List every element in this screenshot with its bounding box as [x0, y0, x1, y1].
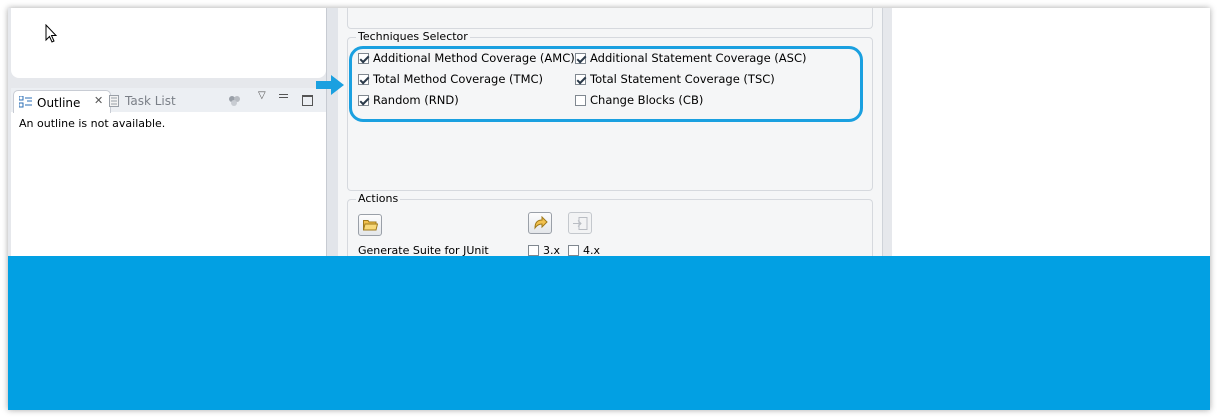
- tab-outline-label: Outline: [37, 96, 81, 110]
- previous-group-bottom: [347, 8, 873, 29]
- outline-view: Outline ✕ Task List ▽ An outline is not …: [11, 88, 326, 258]
- highlight-outline: [349, 46, 863, 122]
- blue-banner: [8, 256, 1210, 410]
- run-button[interactable]: [528, 212, 552, 234]
- focus-icon[interactable]: [228, 95, 242, 107]
- export-button[interactable]: [568, 212, 592, 234]
- outline-message: An outline is not available.: [19, 117, 166, 130]
- export-icon: [573, 217, 588, 230]
- view-menu-icon[interactable]: ▽: [258, 90, 266, 101]
- techniques-selector-title: Techniques Selector: [356, 30, 470, 43]
- task-list-icon: [109, 95, 119, 107]
- outline-tab-bar: Outline ✕ Task List ▽: [11, 88, 326, 113]
- outline-icon: [19, 96, 32, 108]
- folder-icon: [363, 220, 378, 231]
- mouse-pointer-icon: [45, 24, 58, 43]
- divider: [326, 8, 327, 258]
- tab-task-list[interactable]: Task List: [125, 94, 176, 108]
- pointer-arrow-icon: [316, 75, 344, 95]
- redo-arrow-icon: [534, 216, 548, 230]
- junit3-checkbox[interactable]: [528, 245, 539, 256]
- actions-title: Actions: [356, 192, 401, 205]
- open-folder-button[interactable]: [358, 214, 382, 236]
- maximize-icon[interactable]: [302, 95, 313, 106]
- junit4-checkbox[interactable]: [568, 245, 579, 256]
- right-panel: [892, 8, 1210, 258]
- close-icon[interactable]: ✕: [94, 94, 103, 107]
- sash[interactable]: [326, 8, 338, 258]
- tab-outline[interactable]: Outline ✕: [13, 90, 111, 113]
- minimize-icon[interactable]: [279, 94, 288, 98]
